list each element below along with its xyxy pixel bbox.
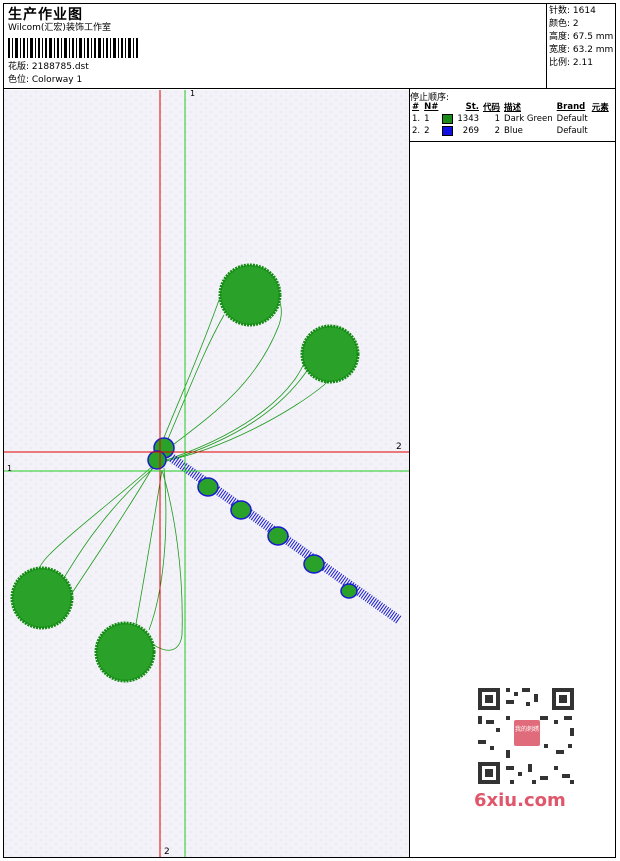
row-code: 1 xyxy=(494,114,501,124)
qr-center-text: 我的刺绣 xyxy=(515,725,539,733)
colorway-label: 色位: Colorway 1 xyxy=(8,75,83,85)
color-table: # N# St. 代码 描述 Brand 元素 1. 1 1343 1 Dark… xyxy=(410,101,611,137)
green-horizontal-guide-label: 1 xyxy=(7,464,13,473)
design-width: 宽度: 63.2 mm xyxy=(549,45,614,55)
body-segment xyxy=(230,500,252,520)
color-table-header: # N# St. 代码 描述 Brand 元素 xyxy=(410,101,611,113)
col-description: 描述 xyxy=(504,103,522,113)
col-swatch xyxy=(440,101,455,113)
watermark-site: 6xiu.com xyxy=(474,790,566,811)
wing-tip-upper-right xyxy=(300,324,360,384)
col-brand: Brand xyxy=(556,102,586,112)
row-brand: Default xyxy=(556,114,588,124)
row-stitches: 269 xyxy=(462,126,480,136)
col-needle: N# xyxy=(424,102,439,112)
stats-divider xyxy=(546,3,547,88)
body-segment xyxy=(303,554,325,574)
body-segment xyxy=(197,477,219,497)
stitch-count: 针数: 1614 xyxy=(549,6,596,16)
color-swatch xyxy=(442,125,454,136)
table-row: 1. 1 1343 1 Dark Green Default xyxy=(410,113,611,125)
col-stitches: St. xyxy=(465,102,480,112)
wing-tip-upper-left xyxy=(218,263,282,327)
design-file-label: 花版: 2188785.dst xyxy=(8,62,89,72)
col-index: # xyxy=(412,102,420,112)
row-index: 2. xyxy=(412,126,421,136)
design-height: 高度: 67.5 mm xyxy=(549,32,614,42)
row-index: 1. xyxy=(412,114,421,124)
row-stitches: 1343 xyxy=(457,114,480,124)
qr-center-logo xyxy=(514,720,540,746)
thorax xyxy=(147,450,167,470)
wing-tip-lower-right xyxy=(94,621,156,683)
design-svg xyxy=(4,90,409,857)
row-needle: 1 xyxy=(424,114,430,124)
body-segment xyxy=(340,583,358,599)
barcode xyxy=(8,38,138,58)
row-brand: Default xyxy=(556,126,588,136)
table-row: 2. 2 269 2 Blue Default xyxy=(410,125,611,137)
row-code: 2 xyxy=(494,126,501,136)
header-divider xyxy=(3,88,616,89)
row-description: Blue xyxy=(504,126,523,136)
design-stats: 针数: 1614 颜色: 2 高度: 67.5 mm 宽度: 63.2 mm 比… xyxy=(549,5,613,70)
color-swatch xyxy=(442,113,454,124)
col-code: 代码 xyxy=(483,103,501,113)
row-swatch xyxy=(440,113,455,125)
color-count: 颜色: 2 xyxy=(549,19,579,29)
panel-table-divider xyxy=(410,141,615,142)
company-name: Wilcom(汇宏)装饰工作室 xyxy=(8,23,111,33)
fabric-background xyxy=(4,90,409,857)
green-vertical-guide-label: 1 xyxy=(190,90,196,98)
row-description: Dark Green xyxy=(504,114,553,124)
page-title: 生产作业图 xyxy=(8,7,83,23)
red-horizontal-guide-label: 2 xyxy=(396,442,402,452)
row-swatch xyxy=(440,125,455,137)
row-needle: 2 xyxy=(424,126,430,136)
design-preview: 1 1 2 2 xyxy=(4,90,409,857)
col-element: 元素 xyxy=(591,103,609,113)
wing-tip-lower-left xyxy=(10,566,74,630)
qr-code: 我的刺绣 xyxy=(470,680,582,792)
row-element xyxy=(590,113,611,125)
red-vertical-guide-label: 2 xyxy=(164,847,170,857)
body-segment xyxy=(267,526,289,546)
row-element xyxy=(590,125,611,137)
design-ratio: 比例: 2.11 xyxy=(549,58,593,68)
